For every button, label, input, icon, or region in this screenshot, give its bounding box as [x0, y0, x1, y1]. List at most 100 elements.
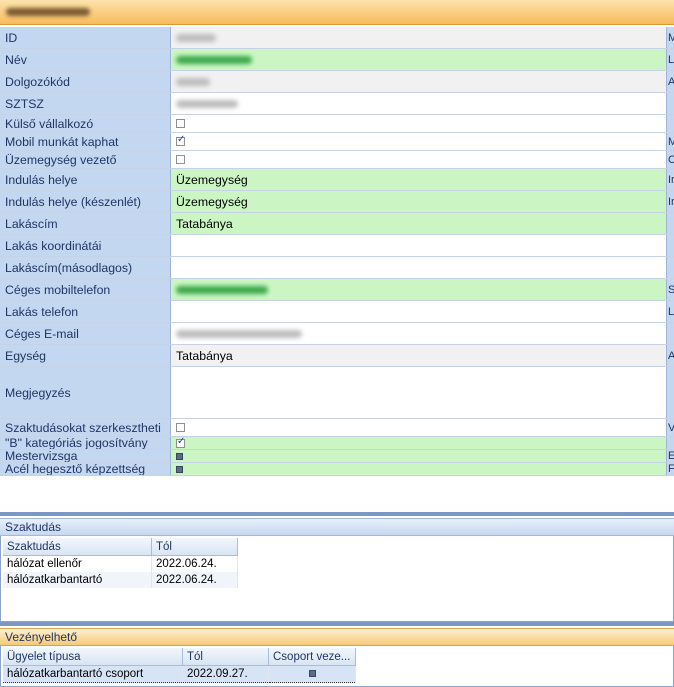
adjacent-column-label: M: [666, 27, 674, 48]
skill-name: hálózat ellenőr: [3, 555, 152, 572]
adjacent-column-label: [666, 257, 674, 278]
field-label: Egység: [0, 345, 171, 366]
field-label: Indulás helye: [0, 169, 171, 190]
skill-date: 2022.06.24.: [151, 555, 238, 572]
table-row[interactable]: hálózat ellenőr 2022.06.24.: [3, 555, 238, 572]
adjacent-column-label: C: [666, 151, 674, 168]
indicator-square-icon[interactable]: [176, 465, 183, 473]
adjacent-column-label: L: [666, 49, 674, 70]
adjacent-column-label: E: [666, 450, 674, 462]
table-row[interactable]: hálózatkarbantartó 2022.06.24.: [3, 572, 238, 588]
splitter[interactable]: [0, 622, 674, 626]
table-row[interactable]: hálózatkarbantartó csoport 2022.09.27.: [3, 665, 356, 683]
field-value[interactable]: Üzemegység: [171, 191, 666, 212]
field-value[interactable]: [171, 151, 666, 168]
group-leader-cell[interactable]: [268, 665, 356, 683]
checkbox[interactable]: [176, 119, 185, 128]
field-row: Külső vállalkozó: [0, 115, 674, 133]
adjacent-column-label: A: [666, 345, 674, 366]
skills-col-header[interactable]: Tól: [151, 538, 238, 556]
redacted-value: [176, 33, 216, 42]
field-value[interactable]: Üzemegység: [171, 169, 666, 190]
field-value[interactable]: [171, 419, 666, 436]
adjacent-column-label: A: [666, 71, 674, 92]
field-value[interactable]: Tatabánya: [171, 213, 666, 234]
field-label: ID: [0, 27, 171, 48]
adjacent-column-label: [666, 367, 674, 418]
field-value[interactable]: [171, 367, 666, 418]
field-value[interactable]: [171, 93, 666, 114]
skill-name: hálózatkarbantartó: [3, 572, 152, 588]
dispatch-col-header[interactable]: Tól: [182, 648, 269, 666]
field-label: Céges mobiltelefon: [0, 279, 171, 300]
field-value[interactable]: [171, 115, 666, 132]
adjacent-column-label: F: [666, 463, 674, 475]
field-row: Lakás telefon L: [0, 301, 674, 323]
field-label: Üzemegység vezető: [0, 151, 171, 168]
field-value[interactable]: [171, 323, 666, 344]
field-label: Külső vállalkozó: [0, 115, 171, 132]
indicator-square-icon[interactable]: [176, 452, 183, 460]
group-leader-indicator[interactable]: [308, 670, 316, 677]
field-label: Lakás koordinátái: [0, 235, 171, 256]
field-label: SZTSZ: [0, 93, 171, 114]
dispatch-type: hálózatkarbantartó csoport: [3, 665, 183, 683]
field-row: Lakáscím Tatabánya: [0, 213, 674, 235]
adjacent-column-label: Ir: [666, 169, 674, 190]
field-label: Dolgozókód: [0, 71, 171, 92]
field-value[interactable]: [171, 450, 666, 462]
dispatch-panel-title: Vezényelhető: [5, 630, 78, 644]
skills-col-header[interactable]: Szaktudás: [3, 538, 152, 556]
field-value[interactable]: [171, 257, 666, 278]
checkbox[interactable]: [176, 134, 185, 146]
adjacent-column-label: [666, 93, 674, 114]
field-value[interactable]: [171, 463, 666, 475]
field-row: ID M: [0, 27, 674, 49]
field-label: Acél hegesztő képzettség: [0, 463, 171, 475]
dispatch-date: 2022.09.27.: [182, 665, 269, 683]
field-value[interactable]: Tatabánya: [171, 345, 666, 366]
field-value[interactable]: [171, 27, 666, 48]
adjacent-column-label: L: [666, 301, 674, 322]
dispatch-col-header[interactable]: Csoport veze...: [268, 648, 356, 666]
field-value[interactable]: [171, 49, 666, 70]
redacted-value: [176, 329, 302, 338]
dispatch-col-header[interactable]: Ügyelet típusa: [3, 648, 183, 666]
field-value[interactable]: [171, 71, 666, 92]
field-row: Indulás helyeÜzemegységIr: [0, 169, 674, 191]
adjacent-column-label: [666, 323, 674, 344]
field-value[interactable]: [171, 301, 666, 322]
checkbox[interactable]: [176, 155, 185, 164]
field-value[interactable]: [171, 133, 666, 150]
field-row: Megjegyzés: [0, 367, 674, 419]
field-row: Szaktudásokat szerkesztheti V: [0, 419, 674, 437]
field-label: Lakáscím: [0, 213, 171, 234]
field-value[interactable]: [171, 279, 666, 300]
field-label: Megjegyzés: [0, 367, 171, 418]
field-value[interactable]: [171, 235, 666, 256]
field-row: Lakás koordinátái: [0, 235, 674, 257]
adjacent-column-label: V: [666, 419, 674, 436]
skills-panel-title: Szaktudás: [5, 520, 62, 534]
field-row: Üzemegység vezető C: [0, 151, 674, 169]
checkbox[interactable]: [176, 423, 185, 432]
field-label: Indulás helye (készenlét): [0, 191, 171, 212]
field-value[interactable]: [171, 436, 666, 449]
splitter[interactable]: [0, 512, 674, 516]
redacted-value: [176, 55, 252, 64]
checkbox[interactable]: [176, 436, 185, 448]
field-label: Lakáscím(másodlagos): [0, 257, 171, 278]
adjacent-column-label: S: [666, 279, 674, 300]
field-label: Szaktudásokat szerkesztheti: [0, 419, 171, 436]
window-title-bar: [0, 0, 674, 25]
redacted-value: [176, 99, 238, 108]
field-row: Céges mobiltelefon S: [0, 279, 674, 301]
field-row: Lakáscím(másodlagos): [0, 257, 674, 279]
redacted-value: [176, 285, 268, 294]
field-label: Mestervizsga: [0, 450, 171, 462]
field-row: Mestervizsga E: [0, 450, 674, 463]
dispatch-table: Ügyelet típusa Tól Csoport veze... hálóz…: [3, 648, 356, 683]
field-label: "B" kategóriás jogosítvány: [0, 437, 171, 449]
field-row: Céges E-mail: [0, 323, 674, 345]
adjacent-column-label: [666, 235, 674, 256]
